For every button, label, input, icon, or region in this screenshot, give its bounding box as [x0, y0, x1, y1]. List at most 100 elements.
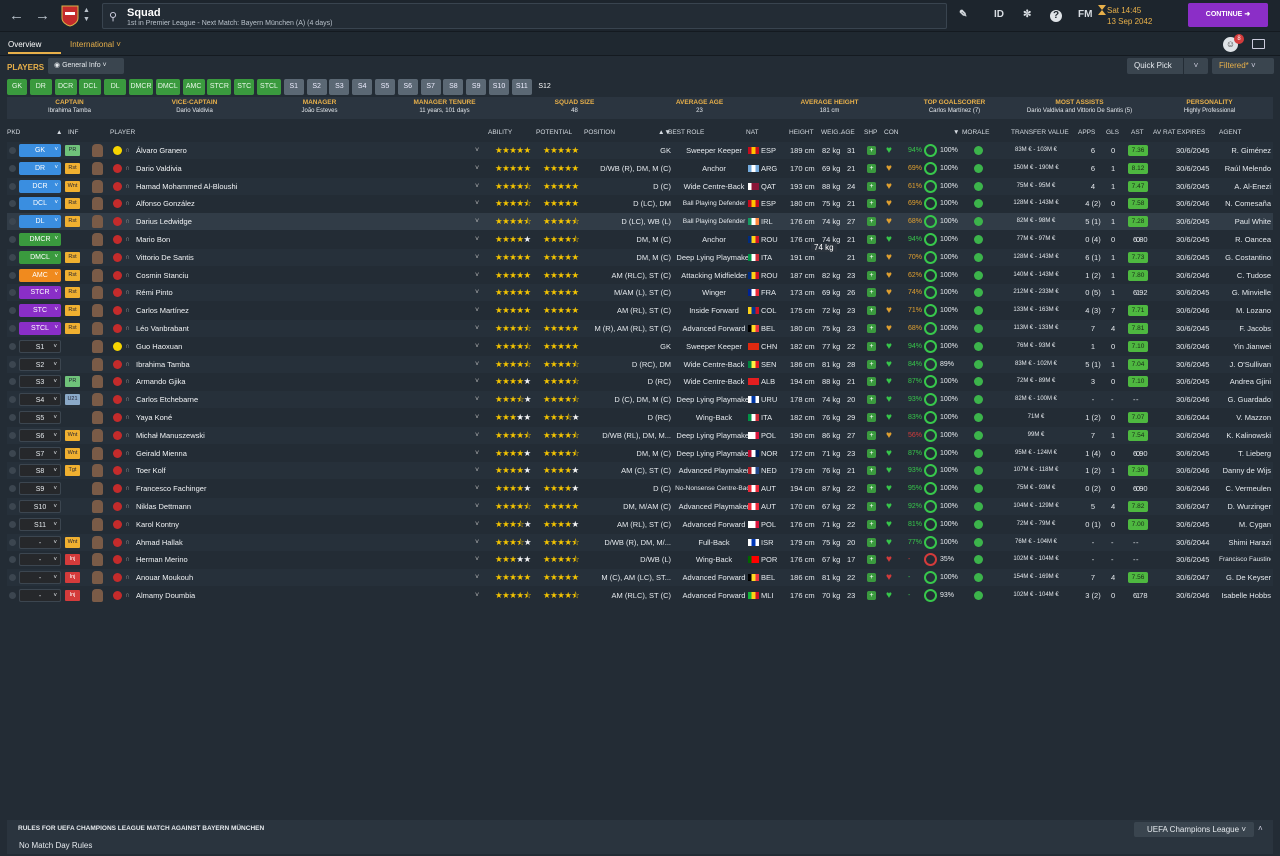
- table-row[interactable]: S3 ˅ PR ∩ Armando Gjika ˅ ★★★★★ ★★★★⯪ D (RC) Wide…: [7, 373, 1273, 390]
- selection-dropdown[interactable]: S10 ˅: [19, 500, 61, 513]
- column-height[interactable]: HEIGHT: [789, 129, 814, 136]
- selection-dropdown[interactable]: - ˅: [19, 571, 61, 585]
- table-row[interactable]: DR ˅ Rst ∩ Dario Valdivia ˅ ★★★★★ ★★★★★ D/WB (R)…: [7, 160, 1273, 177]
- pick-checkbox[interactable]: [9, 342, 16, 350]
- filter-button[interactable]: Filtered* ˅: [1212, 58, 1274, 74]
- player-name[interactable]: Francesco Fachinger: [136, 480, 206, 497]
- chevron-down-icon[interactable]: ˅: [475, 498, 479, 515]
- selection-dropdown[interactable]: - ˅: [19, 535, 61, 549]
- column-player[interactable]: PLAYER: [110, 129, 135, 136]
- table-row[interactable]: STCR ˅ Rst ∩ Rémi Pinto ˅ ★★★★★ ★★★★★ M/AM (L), …: [7, 284, 1273, 302]
- position-chip-s8[interactable]: S8: [443, 79, 464, 95]
- position-chip-s5[interactable]: S5: [375, 79, 395, 95]
- chevron-down-icon[interactable]: ˅: [475, 284, 479, 301]
- selection-dropdown[interactable]: STC ˅: [19, 304, 61, 318]
- table-row[interactable]: GK ˅ PR ∩ Álvaro Granero ˅ ★★★★★ ★★★★★ GK Sweeper…: [7, 142, 1273, 159]
- club-switch-arrows-icon[interactable]: ▲ ▼: [83, 6, 90, 24]
- player-name[interactable]: Carlos Martínez: [136, 302, 189, 319]
- position-chip-stcl[interactable]: STCL: [257, 79, 281, 95]
- selection-dropdown[interactable]: STCL ˅: [19, 322, 61, 335]
- selection-dropdown[interactable]: DMCR ˅: [19, 233, 61, 246]
- player-name[interactable]: Anouar Moukouh: [136, 569, 193, 586]
- position-chip-dl[interactable]: DL: [104, 79, 127, 95]
- pick-checkbox[interactable]: [9, 520, 16, 528]
- pick-checkbox[interactable]: [9, 538, 16, 546]
- player-name[interactable]: Darius Ledwidge: [136, 213, 192, 230]
- table-row[interactable]: DMCL ˅ Rst ∩ Vittorio De Santis ˅ ★★★★★ ★★★★★ DM…: [7, 248, 1273, 266]
- chevron-down-icon[interactable]: ˅: [475, 267, 479, 284]
- pick-checkbox[interactable]: [9, 236, 16, 243]
- position-chip-dcr[interactable]: DCR: [54, 79, 77, 95]
- pick-checkbox[interactable]: [9, 253, 16, 261]
- pick-checkbox[interactable]: [9, 485, 16, 493]
- selection-dropdown[interactable]: - ˅: [19, 589, 61, 602]
- position-chip-dcl[interactable]: DCL: [79, 79, 102, 95]
- continue-button[interactable]: CONTINUE ➜: [1188, 3, 1268, 27]
- column-ast[interactable]: AST: [1131, 129, 1144, 136]
- chevron-down-icon[interactable]: ˅: [475, 409, 479, 426]
- column-nat[interactable]: NAT: [746, 129, 759, 136]
- selection-dropdown[interactable]: S5 ˅: [19, 411, 61, 424]
- table-row[interactable]: S11 ˅ ∩ Karol Kontny ˅ ★★★⯪★ ★★★★★ AM (RL), ST …: [7, 516, 1273, 533]
- player-name[interactable]: Carlos Etchebarne: [136, 391, 198, 408]
- table-row[interactable]: - ˅ Wnt ∩ Ahmad Hallak ˅ ★★★⯪★ ★★★★⯪ D/WB (R), D…: [7, 533, 1273, 551]
- player-name[interactable]: Almamy Doumbia: [136, 587, 195, 604]
- pick-checkbox[interactable]: [9, 360, 16, 368]
- player-name[interactable]: Mario Bon: [136, 231, 170, 248]
- player-name[interactable]: Niklas Dettmann: [136, 498, 191, 515]
- table-row[interactable]: S2 ˅ ∩ Ibrahima Tamba ˅ ★★★★⯪ ★★★★⯪ D (RC), DM W…: [7, 355, 1273, 373]
- position-chip-s3[interactable]: S3: [329, 79, 350, 95]
- selection-dropdown[interactable]: S4 ˅: [19, 393, 61, 407]
- pick-checkbox[interactable]: [9, 164, 16, 172]
- column-morale[interactable]: MORALE: [962, 129, 989, 136]
- player-name[interactable]: Herman Merino: [136, 551, 188, 568]
- club-crest-icon[interactable]: [61, 5, 79, 27]
- pick-checkbox[interactable]: [9, 414, 16, 421]
- player-name[interactable]: Ahmad Hallak: [136, 534, 183, 551]
- table-row[interactable]: S9 ˅ ∩ Francesco Fachinger ˅ ★★★★★ ★★★★★ D (C) N…: [7, 480, 1273, 497]
- chevron-down-icon[interactable]: ˅: [475, 516, 479, 533]
- column-potential[interactable]: POTENTIAL: [536, 129, 572, 136]
- selection-dropdown[interactable]: S2 ˅: [19, 357, 61, 371]
- pick-checkbox[interactable]: [9, 218, 16, 226]
- help-icon[interactable]: ?: [1050, 10, 1062, 22]
- table-row[interactable]: STC ˅ Rst ∩ Carlos Martínez ˅ ★★★★★ ★★★★★ AM (RL…: [7, 302, 1273, 319]
- chevron-down-icon[interactable]: ˅: [475, 249, 479, 266]
- selection-dropdown[interactable]: S3 ˅: [19, 375, 61, 389]
- pick-checkbox[interactable]: [9, 503, 16, 510]
- selection-dropdown[interactable]: S8 ˅: [19, 464, 61, 478]
- position-chip-s1[interactable]: S1: [283, 79, 304, 95]
- screen-icon[interactable]: [1252, 39, 1265, 49]
- selection-dropdown[interactable]: DMCL ˅: [19, 250, 61, 264]
- selection-dropdown[interactable]: STCR ˅: [19, 286, 61, 300]
- player-name[interactable]: Rémi Pinto: [136, 284, 173, 301]
- position-chip-s2[interactable]: S2: [306, 79, 327, 95]
- selection-dropdown[interactable]: DCL ˅: [19, 197, 61, 211]
- selection-dropdown[interactable]: S7 ˅: [19, 446, 61, 460]
- id-button[interactable]: ID: [994, 9, 1004, 20]
- pick-checkbox[interactable]: [9, 378, 16, 386]
- pick-checkbox[interactable]: [9, 592, 16, 599]
- column-pkd[interactable]: PKD: [7, 129, 20, 136]
- table-row[interactable]: - ˅ Inj ∩ Almamy Doumbia ˅ ★★★★⯪ ★★★★⯪ AM (RLC),…: [7, 587, 1273, 604]
- column-best-role[interactable]: BEST ROLE: [668, 129, 704, 136]
- table-row[interactable]: S1 ˅ ∩ Guo Haoxuan ˅ ★★★★⯪ ★★★★★ GK Sweeper Keep…: [7, 338, 1273, 355]
- chevron-down-icon[interactable]: ˅: [475, 356, 479, 373]
- player-name[interactable]: Léo Vanbrabant: [136, 320, 189, 337]
- position-chip-dmcr[interactable]: DMCR: [129, 79, 153, 95]
- pick-checkbox[interactable]: [9, 449, 16, 457]
- table-row[interactable]: S5 ˅ ∩ Yaya Koné ˅ ★★★★★ ★★★⯪★ D (RC) Wing-Back I…: [7, 409, 1273, 426]
- chevron-down-icon[interactable]: ˅: [475, 160, 479, 177]
- selection-dropdown[interactable]: - ˅: [19, 553, 61, 567]
- selection-dropdown[interactable]: S11 ˅: [19, 517, 61, 531]
- tab-overview[interactable]: Overview: [8, 40, 41, 49]
- table-row[interactable]: S8 ˅ Tgt ∩ Toer Kolf ˅ ★★★★★ ★★★★★ AM (C), ST (C…: [7, 462, 1273, 480]
- chevron-down-icon[interactable]: ˅: [475, 462, 479, 479]
- chevron-down-icon[interactable]: ˅: [475, 534, 479, 551]
- chevron-down-icon[interactable]: ˅: [475, 391, 479, 408]
- player-name[interactable]: Michał Manuszewski: [136, 427, 205, 444]
- player-name[interactable]: Geirald Mienna: [136, 445, 187, 462]
- player-name[interactable]: Álvaro Granero: [136, 142, 187, 159]
- chevron-down-icon[interactable]: ˅: [475, 142, 479, 159]
- chevron-down-icon[interactable]: ˅: [475, 445, 479, 462]
